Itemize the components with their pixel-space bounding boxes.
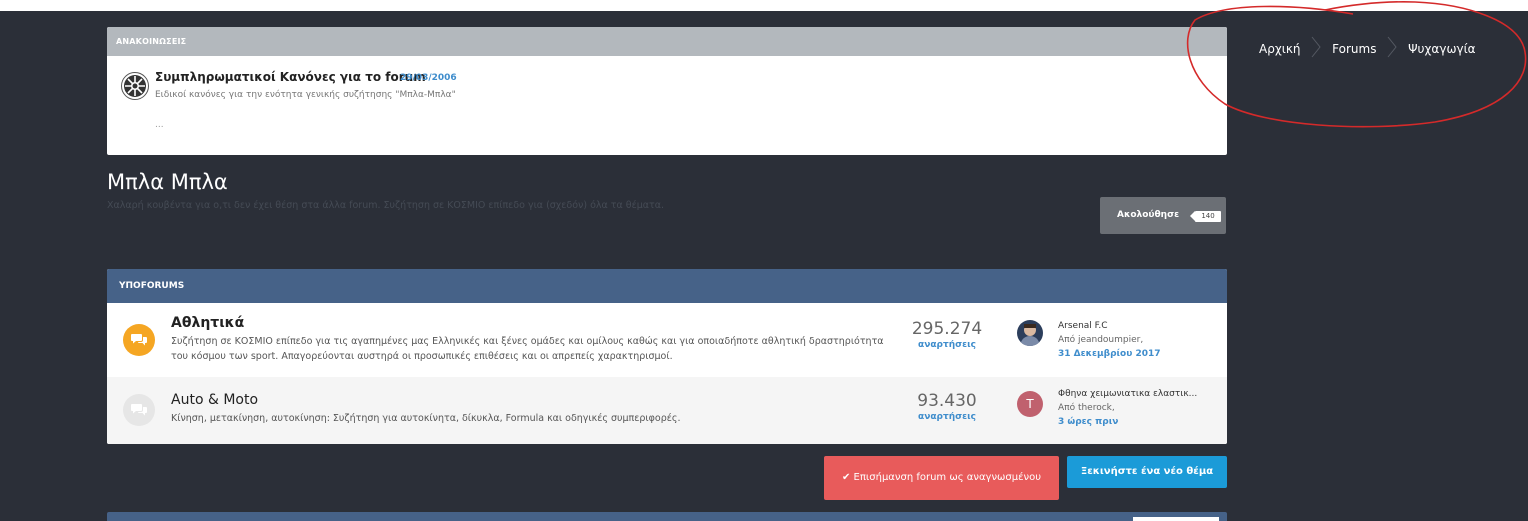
- subforum-description: Κίνηση, μετακίνηση, αυτοκίνηση: Συζήτηση…: [171, 413, 681, 424]
- last-post-info: Φθηνα χειμωνιατικα ελαστικ... Από theroc…: [1058, 387, 1197, 429]
- subforums-panel: ΥΠΟFORUMS Αθλητικά Συζήτηση σε ΚΟΣΜΙΟ επ…: [107, 269, 1227, 444]
- subforum-title-link[interactable]: Auto & Moto: [171, 392, 258, 408]
- next-section-header: [107, 512, 1227, 521]
- page-title: Μπλα Μπλα: [107, 170, 228, 194]
- checkmark-icon: ✔: [841, 472, 851, 483]
- follow-button[interactable]: Ακολούθησε 140: [1100, 197, 1226, 234]
- posts-label: αναρτήσεις: [918, 412, 976, 422]
- subforum-stats: 93.430 αναρτήσεις: [897, 391, 997, 422]
- posts-count: 93.430: [917, 391, 977, 411]
- posts-label: αναρτήσεις: [918, 340, 976, 350]
- last-post-author: Από therock,: [1058, 403, 1115, 413]
- mark-read-label: Επισήμανση forum ως αναγνωσμένου: [853, 472, 1042, 483]
- chat-bubbles-icon: [123, 324, 155, 356]
- mark-forum-read-button[interactable]: ✔ Επισήμανση forum ως αναγνωσμένου: [824, 456, 1059, 500]
- forum-description: Χαλαρή κουβέντα για ο,τι δεν έχει θέση σ…: [107, 200, 665, 211]
- announcements-header: ΑΝΑΚΟΙΝΩΣΕΙΣ: [107, 27, 1227, 56]
- announcement-date: 29/03/2006: [400, 73, 457, 83]
- last-post-topic-link[interactable]: Φθηνα χειμωνιατικα ελαστικ...: [1058, 387, 1197, 401]
- subforum-row: Αθλητικά Συζήτηση σε ΚΟΣΜΙΟ επίπεδο για …: [107, 303, 1227, 377]
- last-post-date-link[interactable]: 3 ώρες πριν: [1058, 415, 1197, 429]
- announcement-description: Ειδικοί κανόνες για την ενότητα γενικής …: [155, 90, 456, 100]
- subforum-row: Auto & Moto Κίνηση, μετακίνηση, αυτοκίνη…: [107, 377, 1227, 444]
- subforum-stats: 295.274 αναρτήσεις: [897, 319, 997, 350]
- last-post-info: Arsenal F.C Από jeandoumpier, 31 Δεκεμβρ…: [1058, 319, 1161, 361]
- last-post-date-link[interactable]: 31 Δεκεμβρίου 2017: [1058, 347, 1161, 361]
- follower-count-badge: 140: [1190, 211, 1221, 222]
- posts-count: 295.274: [911, 319, 983, 339]
- next-section-tab[interactable]: [1133, 517, 1219, 521]
- avatar[interactable]: T: [1017, 391, 1043, 417]
- new-topic-button[interactable]: Ξεκινήστε ένα νέο θέμα: [1067, 456, 1227, 488]
- chat-bubbles-icon: [123, 394, 155, 426]
- avatar[interactable]: [1017, 320, 1043, 346]
- subforum-description: Συζήτηση σε ΚΟΣΜΙΟ επίπεδο για τις αγαπη…: [171, 336, 884, 362]
- announcements-panel: ΑΝΑΚΟΙΝΩΣΕΙΣ Συμπληρωματικοί Κανόνες για…: [107, 27, 1227, 155]
- announcement-title-link[interactable]: Συμπληρωματικοί Κανόνες για το forum: [155, 70, 426, 84]
- announcement-more: ...: [155, 120, 164, 130]
- annotation-circle: [1186, 1, 1527, 128]
- empire-logo-icon: [121, 72, 149, 100]
- subforum-title-link[interactable]: Αθλητικά: [171, 315, 244, 331]
- announcement-item: Συμπληρωματικοί Κανόνες για το forum 29/…: [107, 56, 1227, 155]
- last-post-topic-link[interactable]: Arsenal F.C: [1058, 319, 1161, 333]
- subforums-header: ΥΠΟFORUMS: [107, 269, 1227, 303]
- follow-label: Ακολούθησε: [1117, 210, 1180, 220]
- last-post-author: Από jeandoumpier,: [1058, 335, 1144, 345]
